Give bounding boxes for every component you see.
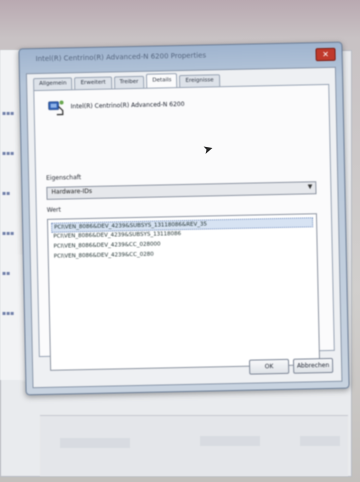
- property-select-value: Hardware-IDs: [51, 187, 93, 196]
- network-adapter-icon: [48, 100, 64, 116]
- details-panel: Intel(R) Centrino(R) Advanced-N 6200 Eig…: [33, 83, 335, 371]
- bg-cell: [60, 438, 130, 448]
- properties-dialog: Intel(R) Centrino(R) Advanced-N 6200 Pro…: [18, 41, 350, 396]
- cancel-button[interactable]: Abbrechen: [292, 357, 334, 374]
- bg-fragment: ▪▪▪: [2, 230, 15, 237]
- chevron-down-icon: ▼: [307, 183, 313, 191]
- property-select[interactable]: Hardware-IDs ▼: [46, 181, 317, 200]
- bg-fragment: ▪▪: [2, 190, 11, 197]
- bg-cell: [200, 436, 260, 446]
- tab-events[interactable]: Ereignisse: [179, 74, 220, 88]
- value-listbox[interactable]: PCI\VEN_8086&DEV_4239&SUBSYS_13118086&RE…: [46, 213, 321, 371]
- tab-general[interactable]: Allgemein: [33, 77, 73, 91]
- property-label: Eigenschaft: [46, 174, 82, 182]
- bg-cell: [300, 436, 340, 446]
- tab-driver[interactable]: Treiber: [113, 75, 145, 89]
- bg-fragment: ▪▪▪: [2, 110, 15, 117]
- bg-fragment: ▪▪▪: [2, 150, 15, 157]
- device-name: Intel(R) Centrino(R) Advanced-N 6200: [70, 100, 185, 111]
- title-bar[interactable]: Intel(R) Centrino(R) Advanced-N 6200 Pro…: [26, 47, 336, 69]
- value-label: Wert: [46, 206, 61, 214]
- bg-fragment: ▪▪: [2, 270, 11, 277]
- window-title: Intel(R) Centrino(R) Advanced-N 6200 Pro…: [35, 51, 207, 64]
- tab-advanced[interactable]: Erweitert: [74, 76, 112, 90]
- dialog-client: Allgemein Erweitert Treiber Details Erei…: [25, 66, 343, 389]
- tab-details[interactable]: Details: [146, 73, 178, 88]
- background-footer: [40, 415, 348, 476]
- ok-button[interactable]: OK: [248, 358, 290, 375]
- bg-fragment: ▪▪▪: [2, 310, 15, 317]
- close-button[interactable]: ✕: [315, 47, 336, 62]
